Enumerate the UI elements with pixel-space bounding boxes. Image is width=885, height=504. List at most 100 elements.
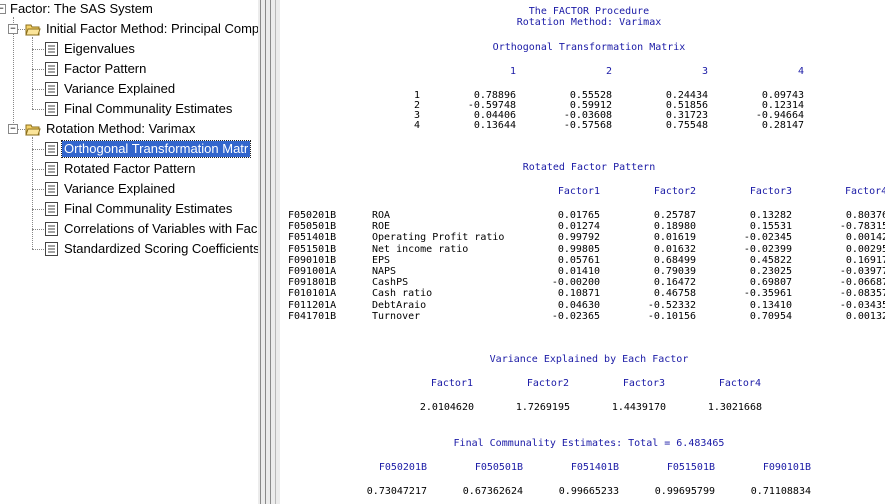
rfp-cell: 0.13282 bbox=[749, 210, 792, 221]
tree-root[interactable]: Factor: The SAS System bbox=[8, 0, 155, 18]
group-rotation-collapse-toggle[interactable]: − bbox=[8, 124, 18, 134]
rfp-cell: 0.80376 bbox=[845, 210, 885, 221]
communality-col-header: F090101B bbox=[762, 462, 811, 473]
rfp-cell: 0.10871 bbox=[557, 288, 600, 300]
rfp-cell: 0.13410 bbox=[749, 299, 792, 311]
communality-col-header: F051401B bbox=[570, 462, 619, 473]
communality-title: Final Communality Estimates: Total = 6.4… bbox=[453, 438, 725, 449]
rfp-row-variable: ROE bbox=[372, 221, 391, 233]
rfp-cell: 0.79039 bbox=[653, 266, 696, 277]
table-document-icon bbox=[45, 142, 58, 156]
rfp-cell: 0.01274 bbox=[557, 221, 600, 233]
tree-item-variance-explained-rotated[interactable]: Variance Explained bbox=[45, 180, 177, 198]
tree-item-label: Rotated Factor Pattern bbox=[64, 161, 196, 176]
rfp-row-variable: ROA bbox=[372, 210, 391, 221]
output-viewer: The FACTOR Procedure Rotation Method: Va… bbox=[280, 0, 885, 504]
rfp-row-code: F051401B bbox=[288, 232, 337, 244]
tree-item-factor-pattern[interactable]: Factor Pattern bbox=[45, 60, 148, 78]
table-document-icon bbox=[45, 42, 58, 56]
rfp-row-variable: Turnover bbox=[372, 310, 421, 322]
tree-item-label: Variance Explained bbox=[64, 181, 176, 196]
rfp-cell: 0.04630 bbox=[557, 299, 600, 311]
table-document-icon bbox=[45, 202, 58, 216]
tree-group-initial-factor-method[interactable]: Initial Factor Method: Principal Comp bbox=[25, 20, 258, 38]
rfp-cell: 0.15531 bbox=[749, 221, 792, 233]
rfp-row-variable: NAPS bbox=[372, 266, 397, 277]
otm-cell: 0.75548 bbox=[665, 120, 708, 131]
rfp-title: Rotated Factor Pattern bbox=[522, 162, 656, 173]
table-document-icon bbox=[45, 162, 58, 176]
communality-value: 0.67362624 bbox=[462, 486, 523, 497]
rfp-cell: 0.99792 bbox=[557, 232, 600, 244]
results-tree: − Factor: The SAS System − Initial Facto… bbox=[0, 0, 258, 504]
open-folder-icon bbox=[25, 124, 41, 135]
otm-row-label: 4 bbox=[413, 120, 420, 131]
rfp-cell: 0.99805 bbox=[557, 243, 600, 255]
variance-title: Variance Explained by Each Factor bbox=[489, 354, 689, 365]
rfp-cell: 0.01619 bbox=[653, 232, 696, 244]
rfp-cell: 0.16917 bbox=[845, 254, 885, 266]
tree-item-rotated-factor-pattern[interactable]: Rotated Factor Pattern bbox=[45, 160, 198, 178]
rfp-row-variable: CashPS bbox=[372, 277, 409, 289]
variance-value: 1.3021668 bbox=[707, 402, 762, 413]
rfp-cell: -0.52332 bbox=[647, 299, 696, 311]
otm-cell: 0.28147 bbox=[761, 120, 804, 131]
tree-group-rotation-method[interactable]: Rotation Method: Varimax bbox=[25, 120, 197, 138]
tree-item-correlations[interactable]: Correlations of Variables with Fac bbox=[45, 220, 258, 238]
tree-item-eigenvalues[interactable]: Eigenvalues bbox=[45, 40, 137, 58]
rfp-cell: 0.16472 bbox=[653, 277, 696, 289]
rfp-cell: -0.10156 bbox=[647, 310, 696, 322]
rfp-cell: 0.68499 bbox=[653, 254, 696, 266]
table-document-icon bbox=[45, 62, 58, 76]
rfp-cell: 0.05761 bbox=[557, 254, 600, 266]
rotation-method-title: Rotation Method: Varimax bbox=[516, 17, 662, 28]
otm-col-header: 1 bbox=[509, 66, 516, 77]
pane-splitter[interactable] bbox=[258, 0, 280, 504]
tree-item-standardized-scoring[interactable]: Standardized Scoring Coefficients bbox=[45, 240, 258, 258]
tree-group-label: Rotation Method: Varimax bbox=[46, 121, 196, 136]
rfp-row-variable: Cash ratio bbox=[372, 288, 433, 300]
rfp-row-code: F051501B bbox=[288, 243, 337, 255]
tree-item-orthogonal-transformation[interactable]: Orthogonal Transformation Matr bbox=[45, 140, 252, 158]
communality-col-header: F050201B bbox=[378, 462, 427, 473]
rfp-row-code: F091801B bbox=[288, 277, 337, 289]
tree-group-label: Initial Factor Method: Principal Comp bbox=[46, 21, 258, 36]
tree-item-label: Final Communality Estimates bbox=[64, 101, 233, 116]
tree-item-label: Variance Explained bbox=[64, 81, 176, 96]
communality-value: 0.99695799 bbox=[654, 486, 715, 497]
rfp-cell: -0.03977 bbox=[839, 266, 885, 277]
tree-item-final-communality[interactable]: Final Communality Estimates bbox=[45, 100, 234, 118]
tree-item-label: Orthogonal Transformation Matr bbox=[60, 140, 252, 158]
variance-value: 1.7269195 bbox=[515, 402, 570, 413]
tree-item-label: Standardized Scoring Coefficients bbox=[64, 241, 258, 256]
tree-item-label: Eigenvalues bbox=[64, 41, 135, 56]
communality-col-header: F051501B bbox=[666, 462, 715, 473]
table-document-icon bbox=[45, 182, 58, 196]
tree-item-final-communality-rotated[interactable]: Final Communality Estimates bbox=[45, 200, 234, 218]
variance-value: 2.0104620 bbox=[419, 402, 474, 413]
rfp-row-code: F050501B bbox=[288, 221, 337, 233]
otm-col-header: 2 bbox=[605, 66, 612, 77]
variance-col-header: Factor4 bbox=[718, 378, 761, 389]
group-initial-collapse-toggle[interactable]: − bbox=[8, 24, 18, 34]
rfp-cell: -0.02345 bbox=[743, 232, 792, 244]
rfp-row-variable: Net income ratio bbox=[372, 243, 469, 255]
table-document-icon bbox=[45, 242, 58, 256]
rfp-row-code: F010101A bbox=[288, 288, 337, 300]
rfp-cell: 0.00295 bbox=[845, 243, 885, 255]
rfp-cell: 0.00132 bbox=[845, 310, 885, 322]
otm-col-header: 3 bbox=[701, 66, 708, 77]
table-document-icon bbox=[45, 102, 58, 116]
rfp-row-variable: DebtAraio bbox=[372, 299, 427, 311]
variance-col-header: Factor2 bbox=[526, 378, 569, 389]
variance-col-header: Factor1 bbox=[430, 378, 473, 389]
rfp-row-code: F090101B bbox=[288, 254, 337, 266]
tree-item-variance-explained[interactable]: Variance Explained bbox=[45, 80, 177, 98]
rfp-cell: 0.01632 bbox=[653, 243, 696, 255]
root-collapse-toggle[interactable]: − bbox=[0, 4, 6, 14]
rfp-row-code: F091001A bbox=[288, 266, 337, 277]
communality-value: 0.99665233 bbox=[558, 486, 619, 497]
tree-item-label: Correlations of Variables with Fac bbox=[64, 221, 258, 236]
rfp-row-variable: EPS bbox=[372, 254, 391, 266]
tree-item-label: Final Communality Estimates bbox=[64, 201, 233, 216]
